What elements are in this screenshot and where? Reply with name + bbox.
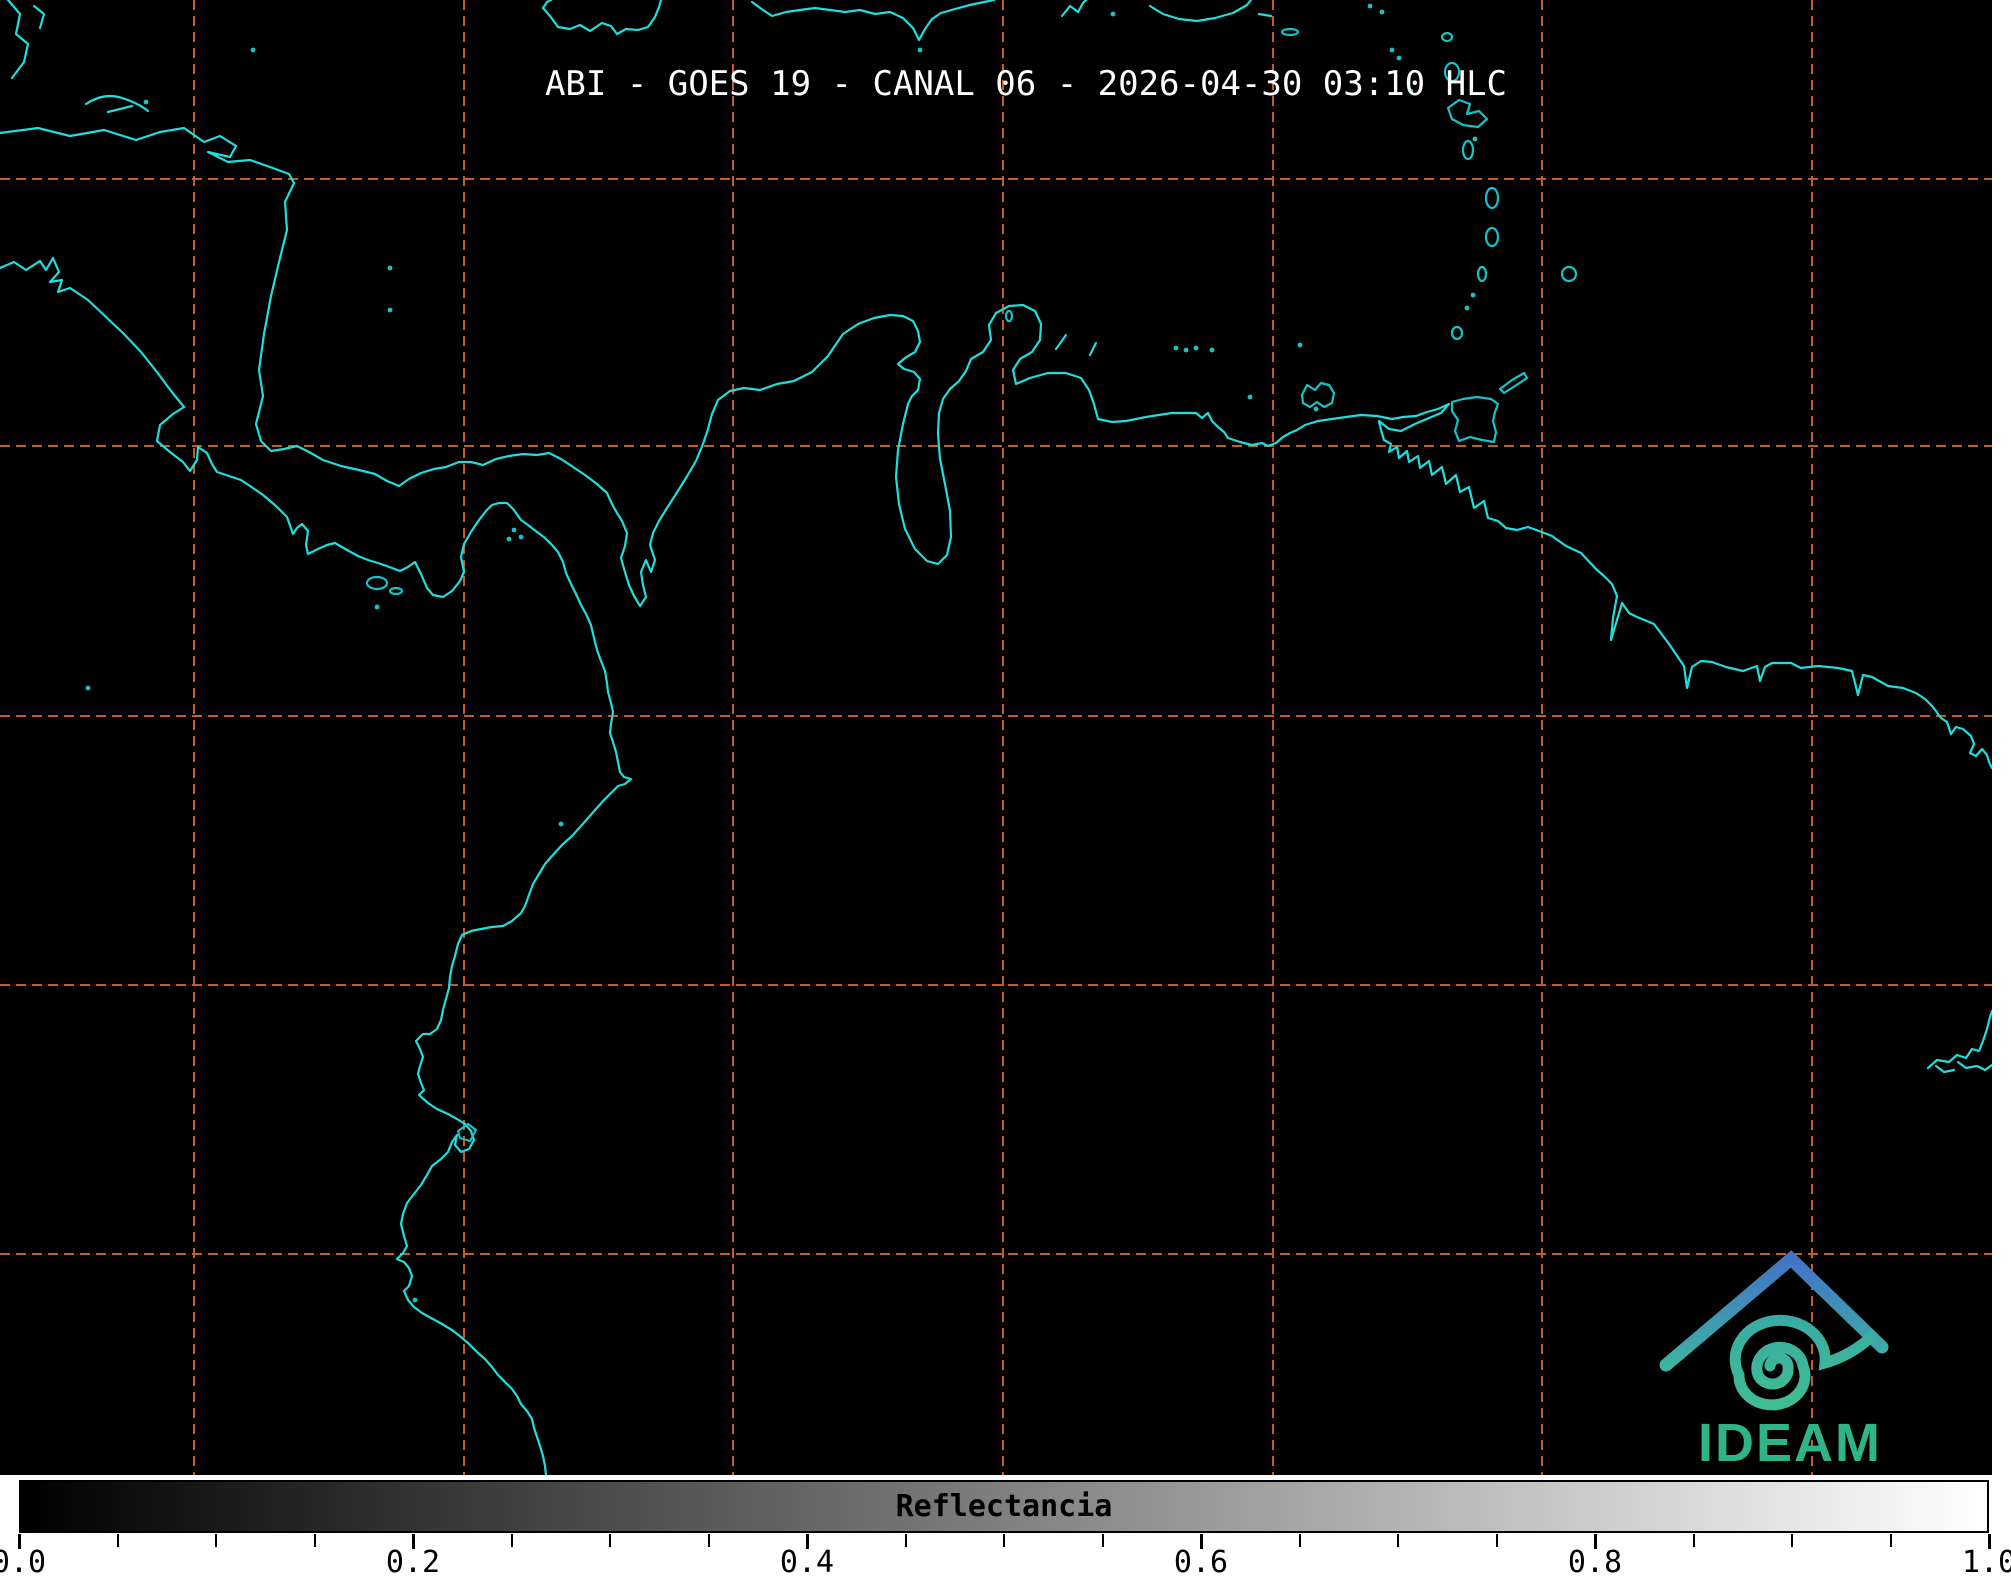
map-title: ABI - GOES 19 - CANAL 06 - 2026-04-30 03… (544, 64, 1508, 104)
islet-swan-island (250, 47, 256, 53)
islet-lobos (412, 1297, 418, 1303)
islet-anguilla (1379, 9, 1385, 15)
colorbar-tick (1101, 1534, 1104, 1547)
figure: ABI - GOES 19 - CANAL 06 - 2026-04-30 03… (0, 0, 2011, 1580)
colorbar-tick (1889, 1534, 1892, 1547)
islet-malpelo (374, 604, 380, 610)
coastline-hispaniola-south-coast (750, 0, 1088, 42)
coastline-puerto-rico-south-coast (1148, 0, 1273, 23)
colorbar-tick-label: 0.6 (1173, 1545, 1229, 1580)
islet-la-tortuga (1247, 394, 1253, 400)
coastline-pacific-coast (0, 256, 633, 1475)
ideam-logo: IDEAM (1659, 1250, 1889, 1473)
colorbar-tick-label: 1.0 (1961, 1545, 2011, 1580)
islet-los-roques-3 (1193, 345, 1199, 351)
islet-la-blanquilla (1297, 342, 1303, 348)
island-margarita (1300, 381, 1336, 409)
colorbar-tick (1791, 1534, 1793, 1547)
islet-gorgona (558, 821, 564, 827)
islet-grenadines-2 (1464, 305, 1470, 311)
islet-st-martin (1367, 3, 1373, 9)
island-trinidad (1450, 395, 1500, 444)
island-st-lucia (1484, 226, 1500, 248)
islet-pearl-1 (511, 527, 517, 533)
islet-st-kitts (1389, 47, 1395, 53)
colorbar-tick (1692, 1534, 1695, 1547)
colorbar-tick (116, 1534, 119, 1547)
islet-marie-galante (1472, 136, 1478, 142)
coastline-central-america-caribbean-coast (0, 126, 1992, 770)
islet-coche (1313, 406, 1319, 412)
coastline-curacao (1054, 333, 1068, 351)
colorbar-tick-label: 0.2 (385, 1545, 441, 1580)
island-grenada (1450, 325, 1464, 341)
colorbar-tick (609, 1534, 611, 1547)
islet-cocos (85, 685, 91, 691)
hurricane-spiral-icon (1729, 1314, 1878, 1411)
colorbar-tick (1397, 1534, 1399, 1547)
ideam-logo-text: IDEAM (1698, 1413, 1882, 1473)
colorbar-tick-label: 0.8 (1567, 1545, 1623, 1580)
islet-nevis (1396, 55, 1402, 61)
colorbar-tick (1495, 1534, 1498, 1547)
island-coiba (365, 575, 389, 591)
islet-pearl-3 (506, 536, 512, 542)
colorbar-tick-label: 0.4 (779, 1545, 835, 1580)
colorbar-tick (904, 1534, 907, 1547)
colorbar-label: Reflectancia (895, 1489, 1113, 1524)
colorbar-tick (1298, 1534, 1301, 1547)
colorbar-tick (707, 1534, 710, 1547)
island-tobago (1498, 371, 1529, 395)
islet-pearl-2 (518, 534, 524, 540)
island-barbuda (1440, 31, 1454, 43)
islet-beata (917, 47, 923, 53)
colorbar-tick (313, 1534, 316, 1547)
islet-grenadines-1 (1470, 292, 1476, 298)
islet-los-roques-1 (1173, 345, 1179, 351)
island-barbados (1560, 265, 1578, 283)
islet-san-andres (387, 307, 393, 313)
coastline-jamaica (541, 0, 663, 36)
island-aruba (1004, 309, 1014, 323)
island-dominica (1461, 139, 1475, 161)
coastline-bonaire (1088, 341, 1098, 357)
coastline-amazon-mouth-coast (1926, 1009, 1992, 1074)
islet-la-orchila (1209, 347, 1215, 353)
island-martinique (1484, 186, 1500, 210)
islet-los-roques-2 (1183, 347, 1189, 353)
islet-providencia (387, 265, 393, 271)
colorbar: Reflectancia (19, 1480, 1989, 1533)
colorbar-tick (1003, 1534, 1005, 1547)
island-st-croix (1280, 27, 1300, 37)
coastline-roatan-island (106, 104, 134, 114)
islet-mona (1110, 11, 1116, 17)
island-st-vincent (1476, 265, 1488, 283)
island-cebaco (388, 586, 404, 596)
colorbar-tick-label: 0.0 (0, 1545, 47, 1580)
satellite-map: ABI - GOES 19 - CANAL 06 - 2026-04-30 03… (0, 0, 1992, 1475)
island-guadeloupe (1446, 98, 1489, 129)
colorbar-tick (215, 1534, 217, 1547)
colorbar-tick (510, 1534, 513, 1547)
